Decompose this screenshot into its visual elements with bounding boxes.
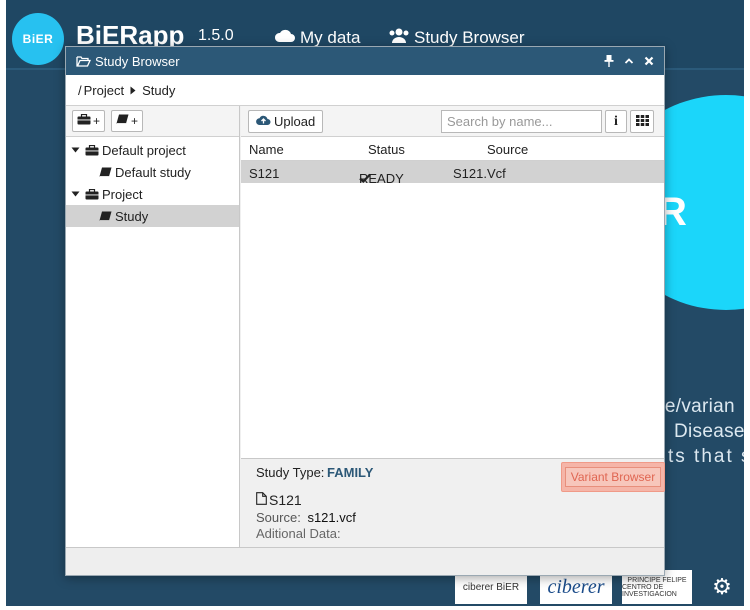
tree-item-study[interactable]: Study: [66, 205, 239, 227]
chevron-up-icon[interactable]: [624, 57, 634, 65]
close-icon[interactable]: [644, 56, 654, 66]
upload-button[interactable]: Upload: [248, 110, 324, 133]
breadcrumb-study[interactable]: Study: [142, 83, 175, 98]
files-table-header: Name Status Source: [241, 137, 664, 161]
window-title: Study Browser: [95, 53, 180, 69]
cloud-upload-icon: [256, 114, 271, 129]
column-header-name[interactable]: Name: [249, 142, 284, 157]
project-tree: Default project Default study Project St…: [66, 137, 239, 227]
cell-name: S121: [249, 166, 280, 181]
info-icon: i: [614, 113, 618, 129]
pin-icon[interactable]: [604, 55, 614, 67]
info-button[interactable]: i: [605, 110, 627, 133]
hero-text-line: Disease: [674, 421, 744, 442]
file-icon: [256, 492, 267, 508]
book-icon: [99, 167, 112, 178]
tree-item-default-project[interactable]: Default project: [66, 139, 239, 161]
grid-icon: [635, 114, 649, 129]
tree-item-label: Default project: [102, 142, 186, 158]
study-type-label: Study Type:: [256, 465, 325, 480]
sidebar-toolbar: + +: [66, 106, 239, 137]
tree-item-label: Default study: [115, 164, 191, 180]
caret-right-icon: [130, 86, 136, 95]
window-titlebar[interactable]: Study Browser: [66, 47, 664, 75]
caret-down-icon[interactable]: [71, 147, 81, 153]
breadcrumb: / Project Study: [66, 75, 664, 106]
hero-text-line: ne/varian: [654, 396, 735, 417]
search-input[interactable]: [441, 110, 602, 133]
detail-file: S121: [256, 492, 302, 508]
variant-browser-button[interactable]: Variant Browser: [561, 462, 665, 492]
detail-source: Source: s121.vcf: [256, 510, 356, 525]
sponsor-logo-robot: ⚙: [712, 574, 732, 599]
detail-source-label: Source:: [256, 510, 301, 525]
briefcase-icon: [85, 144, 99, 156]
caret-down-icon[interactable]: [71, 191, 81, 197]
nav-my-data-label: My data: [300, 27, 361, 47]
add-study-button[interactable]: +: [111, 110, 144, 132]
tree-item-project[interactable]: Project: [66, 183, 239, 205]
variant-browser-label: Variant Browser: [564, 467, 662, 487]
grid-view-button[interactable]: [630, 110, 654, 133]
sponsor-line: CENTRO DE INVESTIGACION: [622, 583, 677, 598]
project-sidebar: + + Default project Default study Projec…: [66, 106, 240, 547]
tree-item-label: Project: [102, 186, 143, 202]
book-icon: [116, 114, 129, 128]
add-project-button[interactable]: +: [72, 110, 106, 132]
breadcrumb-root[interactable]: /: [78, 83, 82, 98]
app-version: 1.5.0: [198, 27, 234, 44]
upload-label: Upload: [274, 114, 316, 129]
add-project-plus: +: [93, 114, 101, 128]
nav-study-browser-label: Study Browser: [414, 27, 525, 47]
hero-text-line: ts that s: [668, 446, 744, 467]
cell-source: S121.Vcf: [453, 166, 506, 181]
study-detail-panel: Study Type: FAMILY Variant Browser S121 …: [241, 458, 665, 547]
table-row[interactable]: S121 READY S121.Vcf: [241, 161, 664, 186]
briefcase-icon: [85, 188, 99, 200]
files-panel: Upload i Name Status Source S121: [241, 106, 665, 547]
tree-item-label: Study: [115, 208, 149, 224]
study-type-value: FAMILY: [327, 465, 374, 480]
book-icon: [99, 211, 112, 222]
window-statusbar: [66, 547, 664, 575]
folder-open-icon: [76, 55, 91, 67]
breadcrumb-project[interactable]: Project: [84, 83, 124, 98]
briefcase-icon: [77, 113, 91, 128]
app-logo[interactable]: BiER: [12, 13, 64, 65]
window-body: + + Default project Default study Projec…: [66, 106, 665, 547]
column-header-status[interactable]: Status: [368, 142, 405, 157]
cell-status-text: READY: [359, 171, 404, 186]
column-header-source[interactable]: Source: [487, 142, 528, 157]
tree-item-default-study[interactable]: Default study: [66, 161, 239, 183]
files-toolbar: Upload i: [241, 106, 664, 137]
sponsor-line: PRINCIPE FELIPE: [627, 576, 687, 584]
study-browser-window: Study Browser / Project Study + + Defaul…: [65, 46, 665, 576]
detail-file-name: S121: [269, 492, 302, 508]
detail-source-value: s121.vcf: [307, 510, 356, 525]
add-study-plus: +: [131, 114, 139, 128]
detail-additional-data: Aditional Data:: [256, 526, 341, 541]
